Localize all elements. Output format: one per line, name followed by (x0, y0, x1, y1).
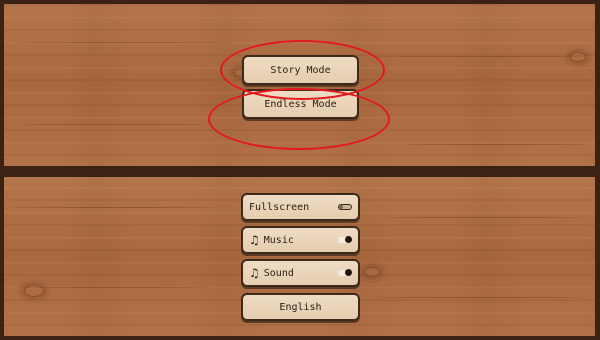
fullscreen-label: Fullscreen (249, 201, 310, 213)
endless-mode-button[interactable]: Endless Mode (242, 89, 359, 119)
wood-knot (570, 52, 586, 62)
wood-grain (384, 217, 584, 218)
wood-grain (14, 42, 234, 43)
music-toggle-button[interactable]: ♫ Music (241, 226, 360, 254)
fullscreen-switch[interactable] (338, 204, 352, 210)
music-note-icon: ♫ (249, 266, 260, 280)
sound-switch[interactable] (338, 269, 352, 276)
sound-toggle-button[interactable]: ♫ Sound (241, 259, 360, 287)
story-mode-label: Story Mode (270, 64, 331, 76)
sound-label: Sound (263, 267, 294, 279)
game-menu-screen: Story Mode Endless Mode Fullscreen ♫ Mus… (0, 0, 600, 340)
mode-select-panel (3, 3, 596, 167)
language-button[interactable]: English (241, 293, 360, 321)
wood-grain (374, 56, 584, 57)
music-note-icon: ♫ (249, 233, 260, 247)
wood-knot (364, 267, 380, 277)
story-mode-button[interactable]: Story Mode (242, 55, 359, 85)
music-label: Music (263, 234, 294, 246)
fullscreen-toggle-button[interactable]: Fullscreen (241, 193, 360, 221)
wood-knot (24, 285, 44, 297)
wood-grain (404, 144, 584, 145)
wood-grain (19, 287, 209, 288)
wood-grain (14, 207, 214, 208)
language-label: English (279, 301, 322, 313)
wood-grain (24, 124, 204, 125)
wood-grain (379, 297, 584, 298)
music-switch[interactable] (338, 236, 352, 243)
endless-mode-label: Endless Mode (264, 98, 337, 110)
